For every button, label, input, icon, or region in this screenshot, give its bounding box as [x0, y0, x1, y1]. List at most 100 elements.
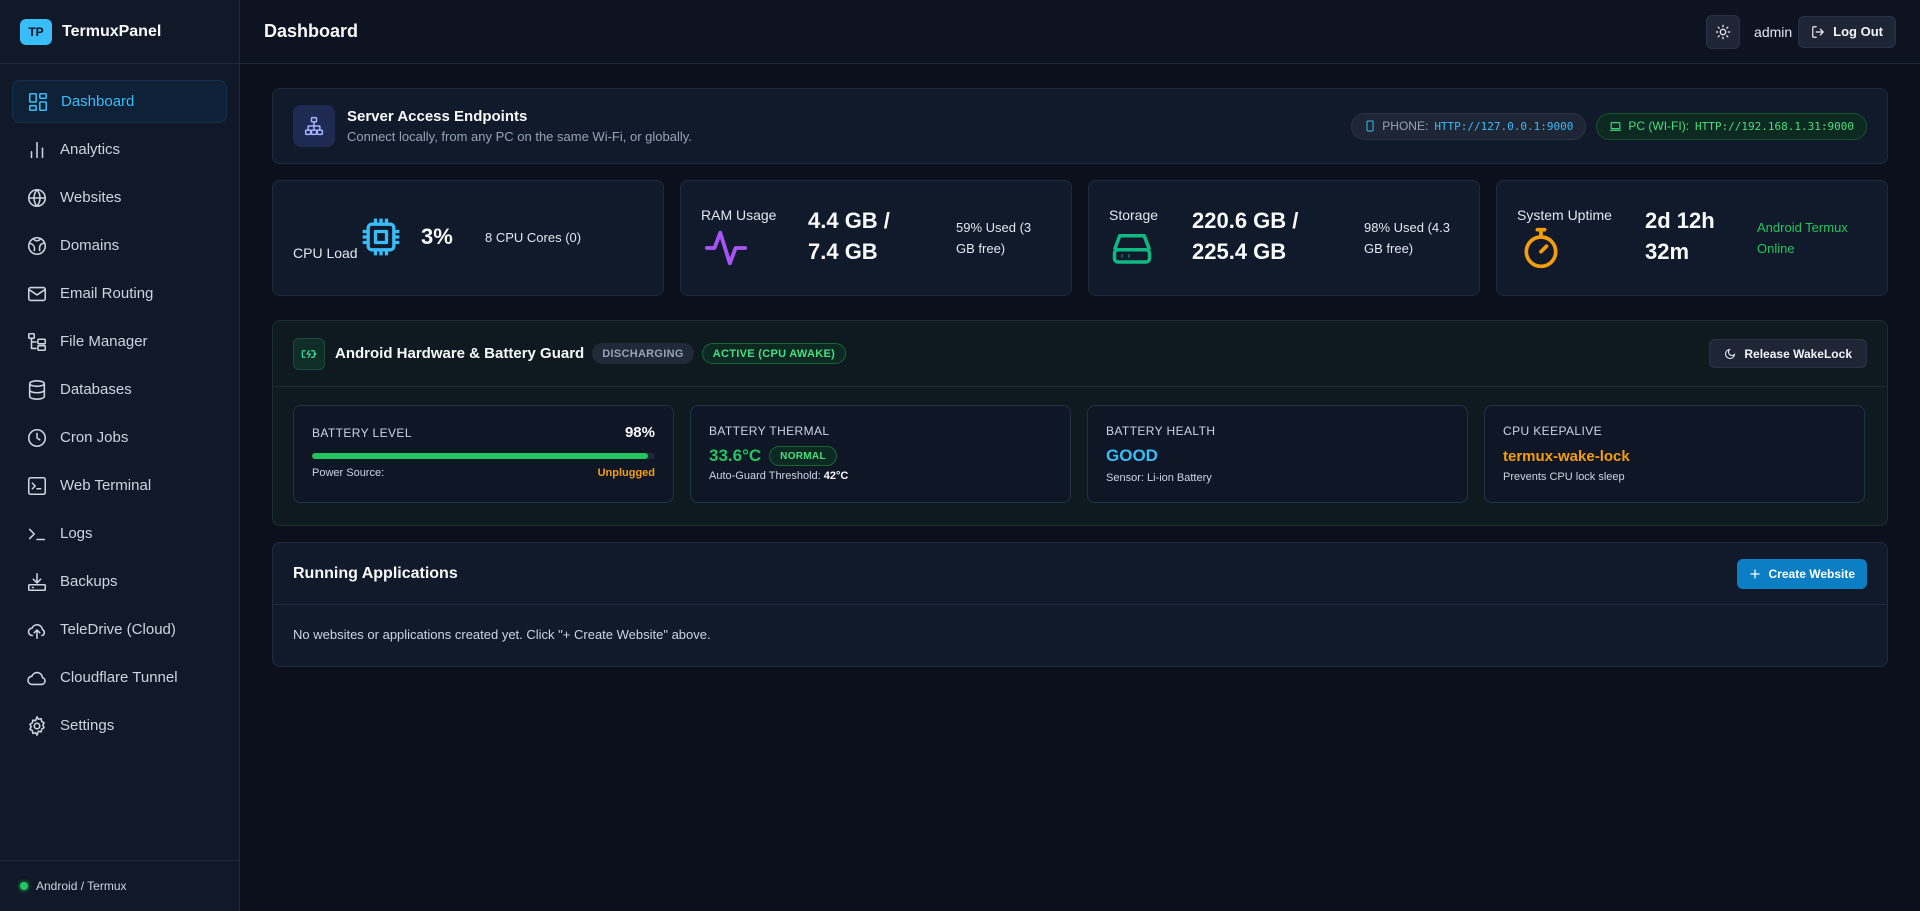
- network-icon: [293, 105, 335, 147]
- cpu-cores: 8 CPU Cores (0): [485, 230, 582, 245]
- ram-value-line1: 4.4 GB /: [808, 208, 890, 233]
- applications-title: Running Applications: [293, 564, 458, 582]
- username: admin: [1754, 23, 1793, 40]
- sidebar-item-teledrive[interactable]: TeleDrive (Cloud): [12, 608, 227, 651]
- battery-thermal-card: BATTERY THERMAL 33.6°C NORMAL Auto-Guard…: [690, 405, 1071, 503]
- theme-toggle-button[interactable]: [1706, 14, 1741, 49]
- sidebar-item-cron-jobs[interactable]: Cron Jobs: [12, 416, 227, 459]
- pc-endpoint-label: PC (WI-FI):: [1628, 119, 1690, 133]
- sidebar-item-label: Web Terminal: [60, 477, 152, 494]
- storage-value-line1: 220.6 GB /: [1192, 208, 1299, 233]
- cpu-keepalive-card: CPU KEEPALIVE termux-wake-lock Prevents …: [1484, 405, 1865, 503]
- pc-endpoint-pill[interactable]: PC (WI-FI): HTTP://192.168.1.31:9000: [1596, 112, 1867, 140]
- battery-sensor: Sensor: Li-ion Battery: [1106, 472, 1212, 484]
- sidebar-item-file-manager[interactable]: File Manager: [12, 320, 227, 363]
- page-title: Dashboard: [264, 21, 359, 41]
- pc-endpoint-url[interactable]: HTTP://192.168.1.31:9000: [1695, 120, 1854, 133]
- battery-level-card: BATTERY LEVEL 98% Power Source: Unplugge…: [293, 405, 674, 503]
- domains-icon: [27, 236, 47, 255]
- sidebar-item-analytics[interactable]: Analytics: [12, 128, 227, 171]
- sidebar-item-dashboard[interactable]: Dashboard: [12, 80, 227, 123]
- terminal-icon: [27, 476, 47, 495]
- uptime-stat-card: System Uptime 2d 12h 32m Android Termux …: [1496, 180, 1888, 296]
- sidebar: TP TermuxPanel Dashboard Analytics Websi…: [0, 0, 240, 911]
- globe-icon: [27, 188, 47, 207]
- sidebar-item-label: TeleDrive (Cloud): [60, 621, 176, 638]
- power-source-value: Unplugged: [597, 467, 655, 479]
- sidebar-item-label: Email Routing: [60, 285, 154, 302]
- applications-empty-message: No websites or applications created yet.…: [293, 627, 711, 642]
- sidebar-item-label: Websites: [60, 189, 122, 206]
- logout-icon: [1812, 25, 1825, 38]
- battery-progress-bar: [312, 453, 655, 459]
- sidebar-item-cloudflare-tunnel[interactable]: Cloudflare Tunnel: [12, 656, 227, 699]
- storage-label: Storage: [1109, 207, 1159, 223]
- storage-value-line2: 225.4 GB: [1192, 239, 1287, 264]
- platform-label: Android / Termux: [36, 879, 127, 893]
- sidebar-item-label: Databases: [60, 381, 132, 398]
- sidebar-item-settings[interactable]: Settings: [12, 704, 227, 747]
- cpu-keepalive-value: termux-wake-lock: [1503, 448, 1630, 465]
- battery-charging-icon: [293, 337, 325, 370]
- sidebar-item-web-terminal[interactable]: Web Terminal: [12, 464, 227, 507]
- sun-icon: [1715, 24, 1731, 39]
- logout-label: Log Out: [1833, 24, 1883, 39]
- phone-endpoint-url[interactable]: HTTP://127.0.0.1:9000: [1434, 120, 1573, 133]
- ram-usage-line2: GB free): [956, 241, 1006, 256]
- brand[interactable]: TP TermuxPanel: [0, 0, 239, 64]
- create-website-button[interactable]: Create Website: [1736, 558, 1867, 589]
- applications-header: Running Applications Create Website: [273, 543, 1887, 605]
- threshold-label: Auto-Guard Threshold:: [709, 470, 821, 482]
- battery-progress-fill: [312, 453, 649, 459]
- sidebar-footer: Android / Termux: [0, 860, 239, 911]
- clock-icon: [27, 428, 47, 447]
- battery-health-value: GOOD: [1106, 446, 1158, 465]
- sidebar-item-databases[interactable]: Databases: [12, 368, 227, 411]
- ram-label: RAM Usage: [701, 207, 777, 223]
- endpoints-subtitle: Connect locally, from any PC on the same…: [347, 129, 692, 144]
- sidebar-item-domains[interactable]: Domains: [12, 224, 227, 267]
- sidebar-item-label: File Manager: [60, 333, 148, 350]
- download-tray-icon: [27, 572, 47, 591]
- uptime-label: System Uptime: [1517, 207, 1612, 223]
- hardware-metrics: BATTERY LEVEL 98% Power Source: Unplugge…: [273, 387, 1887, 503]
- topbar: Dashboard admin Log Out: [240, 0, 1920, 64]
- prompt-icon: [28, 528, 46, 540]
- mail-icon: [27, 286, 47, 301]
- sidebar-item-label: Logs: [60, 525, 93, 542]
- endpoints-title: Server Access Endpoints: [347, 108, 528, 125]
- cloud-icon: [27, 671, 46, 685]
- uptime-status-line1: Android Termux: [1757, 220, 1848, 235]
- sidebar-item-label: Cloudflare Tunnel: [60, 669, 178, 686]
- sidebar-item-logs[interactable]: Logs: [12, 512, 227, 555]
- uptime-value-line2: 32m: [1645, 239, 1690, 264]
- battery-health-label: BATTERY HEALTH: [1106, 424, 1216, 438]
- phone-icon: [1366, 120, 1374, 132]
- phone-endpoint-pill[interactable]: PHONE: HTTP://127.0.0.1:9000: [1351, 112, 1587, 140]
- running-applications-card: Running Applications Create Website No w…: [272, 542, 1888, 667]
- plus-icon: [1749, 568, 1760, 579]
- release-wakelock-label: Release WakeLock: [1744, 346, 1852, 361]
- release-wakelock-button[interactable]: Release WakeLock: [1709, 339, 1867, 368]
- sidebar-item-backups[interactable]: Backups: [12, 560, 227, 603]
- analytics-icon: [30, 141, 44, 158]
- battery-thermal-label: BATTERY THERMAL: [709, 424, 830, 438]
- cloud-upload-icon: [27, 623, 46, 639]
- cpu-chip-icon: [362, 218, 400, 256]
- logout-button[interactable]: Log Out: [1798, 15, 1896, 48]
- topbar-actions: admin Log Out: [1706, 14, 1896, 49]
- storage-usage-line1: 98% Used (4.3: [1364, 220, 1450, 235]
- hardware-battery-card: Android Hardware & Battery Guard DISCHAR…: [272, 320, 1888, 526]
- sidebar-item-label: Dashboard: [61, 93, 135, 110]
- stats-row: CPU Load 3% 8 CPU Cores (0) RAM Usage 4.…: [272, 180, 1888, 296]
- sidebar-item-email-routing[interactable]: Email Routing: [12, 272, 227, 315]
- sidebar-nav: Dashboard Analytics Websites Domains Ema…: [0, 64, 239, 747]
- ram-value-line2: 7.4 GB: [808, 239, 878, 264]
- sidebar-item-websites[interactable]: Websites: [12, 176, 227, 219]
- file-tree-icon: [27, 332, 47, 351]
- thermal-status-badge: NORMAL: [769, 446, 837, 466]
- cpu-stat-card: CPU Load 3% 8 CPU Cores (0): [272, 180, 664, 296]
- cpu-awake-badge: ACTIVE (CPU AWAKE): [701, 343, 847, 364]
- battery-level-label: BATTERY LEVEL: [312, 426, 412, 440]
- laptop-icon: [1610, 121, 1622, 131]
